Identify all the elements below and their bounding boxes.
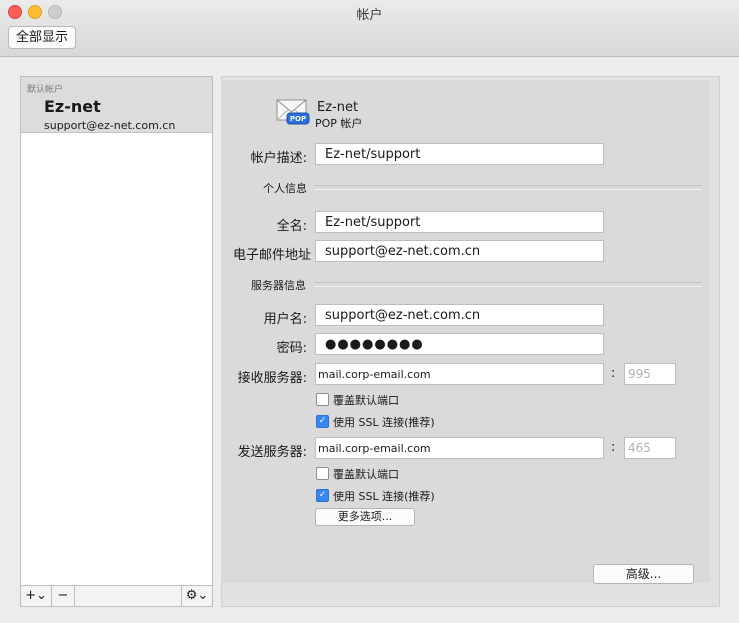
pop-badge: POP <box>289 115 307 123</box>
server-info-section: 服务器信息 <box>251 279 306 292</box>
username-field[interactable]: support@ez-net.com.cn <box>315 304 604 326</box>
more-options-button[interactable]: 更多选项... <box>315 508 415 526</box>
port-separator-outgoing: : <box>611 440 616 455</box>
advanced-button[interactable]: 高级... <box>593 564 694 584</box>
show-all-button[interactable]: 全部显示 <box>8 26 76 49</box>
outgoing-ssl-checkbox[interactable]: ✓ <box>316 489 329 502</box>
account-list: 默认帐户 Ez-net support@ez-net.com.cn +⌄ − ⚙… <box>20 76 213 607</box>
outgoing-override-port-label: 覆盖默认端口 <box>333 468 399 481</box>
account-type-label: POP 帐户 <box>315 117 363 130</box>
window-title: 帐户 <box>356 8 383 23</box>
outgoing-port-field[interactable]: 465 <box>624 437 676 459</box>
email-field[interactable]: support@ez-net.com.cn <box>315 240 604 262</box>
incoming-ssl-label: 使用 SSL 连接(推荐) <box>333 416 435 429</box>
account-email: support@ez-net.com.cn <box>44 119 176 132</box>
add-account-button[interactable]: +⌄ <box>21 586 52 606</box>
outgoing-override-port-checkbox[interactable] <box>316 467 329 480</box>
description-field[interactable]: Ez-net/support <box>315 143 604 165</box>
server-info-divider <box>314 282 702 287</box>
account-name: Ez-net <box>44 97 101 116</box>
gear-icon[interactable]: ⚙⌄ <box>181 586 212 606</box>
incoming-port-field[interactable]: 995 <box>624 363 676 385</box>
incoming-override-port-label: 覆盖默认端口 <box>333 394 399 407</box>
incoming-server-label: 接收服务器: <box>237 371 307 386</box>
default-account-group-label: 默认帐户 <box>27 85 64 95</box>
incoming-ssl-checkbox[interactable]: ✓ <box>316 415 329 428</box>
incoming-server-field[interactable]: mail.corp-email.com <box>315 363 604 385</box>
personal-info-divider <box>314 185 702 190</box>
outgoing-server-label: 发送服务器: <box>237 445 307 460</box>
email-label: 电子邮件地址 <box>232 248 311 263</box>
personal-info-section: 个人信息 <box>263 182 307 195</box>
outgoing-server-field[interactable]: mail.corp-email.com <box>315 437 604 459</box>
username-label: 用户名: <box>263 312 307 327</box>
account-list-item-selected[interactable]: 默认帐户 Ez-net support@ez-net.com.cn <box>21 77 212 133</box>
description-label: 帐户描述: <box>250 151 307 166</box>
outgoing-ssl-label: 使用 SSL 连接(推荐) <box>333 490 435 503</box>
account-list-toolbar: +⌄ − ⚙⌄ <box>21 585 212 606</box>
account-header-name: Ez-net <box>317 100 359 115</box>
password-field[interactable]: ●●●●●●●● <box>315 333 604 355</box>
incoming-override-port-checkbox[interactable] <box>316 393 329 406</box>
fullname-label: 全名: <box>276 219 307 234</box>
remove-account-button[interactable]: − <box>52 586 75 606</box>
port-separator: : <box>611 366 616 381</box>
fullname-field[interactable]: Ez-net/support <box>315 211 604 233</box>
title-bar: 帐户 全部显示 <box>0 0 739 57</box>
password-label: 密码: <box>276 341 307 356</box>
